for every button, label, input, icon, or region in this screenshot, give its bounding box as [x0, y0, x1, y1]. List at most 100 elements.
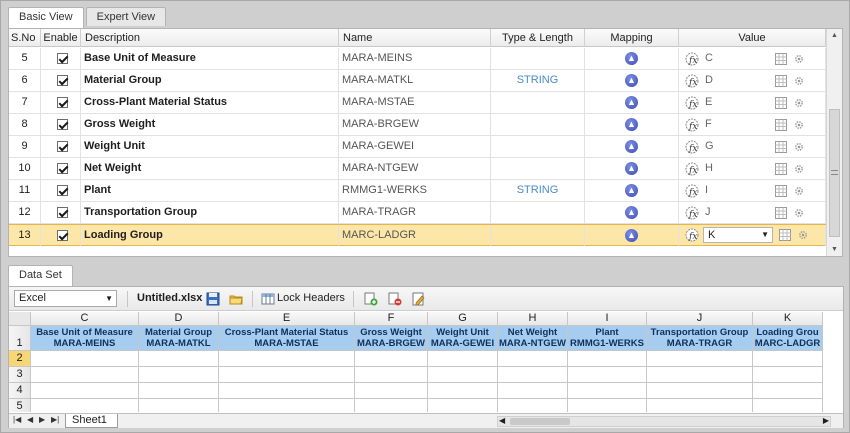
scroll-down-arrow[interactable]: ▼	[827, 243, 842, 256]
sheet-column-letter[interactable]: K	[753, 312, 823, 326]
sheet-row-number[interactable]: 2	[9, 351, 31, 367]
sheet-header-cell[interactable]: Gross Weight MARA-BRGEW	[355, 326, 428, 351]
sheet-column-letter[interactable]: I	[568, 312, 647, 326]
save-icon[interactable]	[206, 292, 220, 306]
sheet-header-cell[interactable]: Weight Unit MARA-GEWEI	[428, 326, 498, 351]
tab-expert-view[interactable]: Expert View	[85, 7, 167, 26]
column-header-value[interactable]: Value	[679, 29, 826, 47]
column-header-description[interactable]: Description	[81, 29, 339, 47]
sheet-cell[interactable]	[568, 399, 647, 412]
enable-checkbox[interactable]	[57, 118, 68, 130]
table-lookup-icon[interactable]	[775, 118, 787, 131]
enable-checkbox[interactable]	[57, 74, 68, 86]
table-row[interactable]: 11 Plant RMMG1-WERKS STRING ▲ fx I	[9, 180, 826, 202]
formula-icon[interactable]: fx	[685, 162, 699, 176]
enable-checkbox[interactable]	[57, 96, 68, 108]
sheet-cell[interactable]	[647, 399, 753, 412]
sheet-column-letter[interactable]: J	[647, 312, 753, 326]
sheet-cell[interactable]	[428, 399, 498, 412]
sheet-column-letter[interactable]: D	[139, 312, 219, 326]
sheet-row-number[interactable]: 5	[9, 399, 31, 412]
delete-row-icon[interactable]	[388, 292, 402, 306]
column-header-mapping[interactable]: Mapping	[585, 29, 679, 47]
add-row-icon[interactable]	[364, 292, 378, 306]
sheet-cell[interactable]	[647, 351, 753, 367]
formula-icon[interactable]: fx	[685, 228, 699, 242]
enable-checkbox[interactable]	[57, 206, 68, 218]
sheet-cell[interactable]	[753, 367, 823, 383]
sheet-cell[interactable]	[498, 367, 568, 383]
sheet-cell[interactable]	[568, 367, 647, 383]
settings-gear-icon[interactable]	[793, 163, 805, 175]
sheet-tab[interactable]: Sheet1	[65, 414, 118, 428]
table-row[interactable]: 12 Transportation Group MARA-TRAGR ▲ fx J	[9, 202, 826, 224]
sheet-cell[interactable]	[139, 351, 219, 367]
next-sheet-icon[interactable]: ▶	[39, 415, 45, 424]
sheet-cell[interactable]	[428, 367, 498, 383]
sheet-header-cell[interactable]: Net Weight MARA-NTGEW	[498, 326, 568, 351]
open-folder-icon[interactable]	[229, 292, 243, 306]
sheet-cell[interactable]	[428, 351, 498, 367]
lock-headers-button[interactable]: Lock Headers	[277, 292, 345, 304]
map-up-arrow-icon[interactable]: ▲	[625, 228, 638, 242]
sheet-cell[interactable]	[355, 351, 428, 367]
column-header-name[interactable]: Name	[339, 29, 491, 47]
sheet-header-cell[interactable]: Transportation Group MARA-TRAGR	[647, 326, 753, 351]
map-up-arrow-icon[interactable]: ▲	[625, 51, 638, 65]
sheet-cell[interactable]	[753, 399, 823, 412]
prev-sheet-icon[interactable]: ◀	[27, 415, 33, 424]
map-up-arrow-icon[interactable]: ▲	[625, 73, 638, 87]
sheet-column-letter[interactable]: F	[355, 312, 428, 326]
first-sheet-icon[interactable]: |◀	[13, 415, 21, 424]
sheet-cell[interactable]	[139, 367, 219, 383]
settings-gear-icon[interactable]	[793, 207, 805, 219]
table-lookup-icon[interactable]	[775, 96, 787, 109]
sheet-cell[interactable]	[139, 399, 219, 412]
map-up-arrow-icon[interactable]: ▲	[625, 95, 638, 109]
enable-checkbox[interactable]	[57, 184, 68, 196]
sheet-cell[interactable]	[428, 383, 498, 399]
sheet-column-letter[interactable]: H	[498, 312, 568, 326]
sheet-row-number[interactable]: 1	[9, 326, 31, 351]
table-lookup-icon[interactable]	[775, 52, 787, 65]
sheet-cell[interactable]	[498, 383, 568, 399]
sheet-cell[interactable]	[31, 399, 139, 412]
settings-gear-icon[interactable]	[793, 53, 805, 65]
grid-vertical-scrollbar[interactable]: ▲ ▼	[826, 29, 842, 256]
sheet-cell[interactable]	[139, 383, 219, 399]
spreadsheet-grid[interactable]: C D E F G H I J K 1 Base Unit of Measure MARA-MEINS…	[9, 312, 843, 412]
sheet-cell[interactable]	[568, 351, 647, 367]
sheet-cell[interactable]	[31, 367, 139, 383]
tab-basic-view[interactable]: Basic View	[8, 7, 84, 28]
column-header-sno[interactable]: S.No	[9, 29, 41, 47]
sheet-column-letter[interactable]: E	[219, 312, 355, 326]
sheet-column-letter[interactable]: C	[31, 312, 139, 326]
enable-checkbox[interactable]	[57, 229, 68, 241]
sheet-cell[interactable]	[568, 383, 647, 399]
horizontal-scroll-thumb[interactable]	[510, 418, 570, 425]
sheet-cell[interactable]	[219, 351, 355, 367]
sheet-cell[interactable]	[498, 351, 568, 367]
scroll-left-arrow[interactable]: ◀	[499, 416, 505, 425]
sheet-cell[interactable]	[753, 351, 823, 367]
settings-gear-icon[interactable]	[793, 141, 805, 153]
scroll-right-arrow[interactable]: ▶	[823, 416, 829, 425]
sheet-horizontal-scrollbar[interactable]: ◀ ▶	[497, 416, 831, 427]
enable-checkbox[interactable]	[57, 52, 68, 64]
sheet-header-cell[interactable]: Cross-Plant Material Status MARA-MSTAE	[219, 326, 355, 351]
formula-icon[interactable]: fx	[685, 206, 699, 220]
table-lookup-icon[interactable]	[779, 229, 791, 242]
table-row[interactable]: 7 Cross-Plant Material Status MARA-MSTAE ▲ f…	[9, 92, 826, 114]
settings-gear-icon[interactable]	[793, 97, 805, 109]
sheet-header-cell[interactable]: Plant RMMG1-WERKS	[568, 326, 647, 351]
tab-data-set[interactable]: Data Set	[8, 265, 73, 286]
table-lookup-icon[interactable]	[775, 162, 787, 175]
sheet-cell[interactable]	[31, 351, 139, 367]
sheet-header-cell[interactable]: Base Unit of Measure MARA-MEINS	[31, 326, 139, 351]
formula-icon[interactable]: fx	[685, 96, 699, 110]
value-select[interactable]: K ▼	[703, 227, 773, 244]
column-header-enable[interactable]: Enable	[41, 29, 81, 47]
formula-icon[interactable]: fx	[685, 140, 699, 154]
sheet-row-number[interactable]: 4	[9, 383, 31, 399]
sheet-corner[interactable]	[9, 312, 31, 326]
